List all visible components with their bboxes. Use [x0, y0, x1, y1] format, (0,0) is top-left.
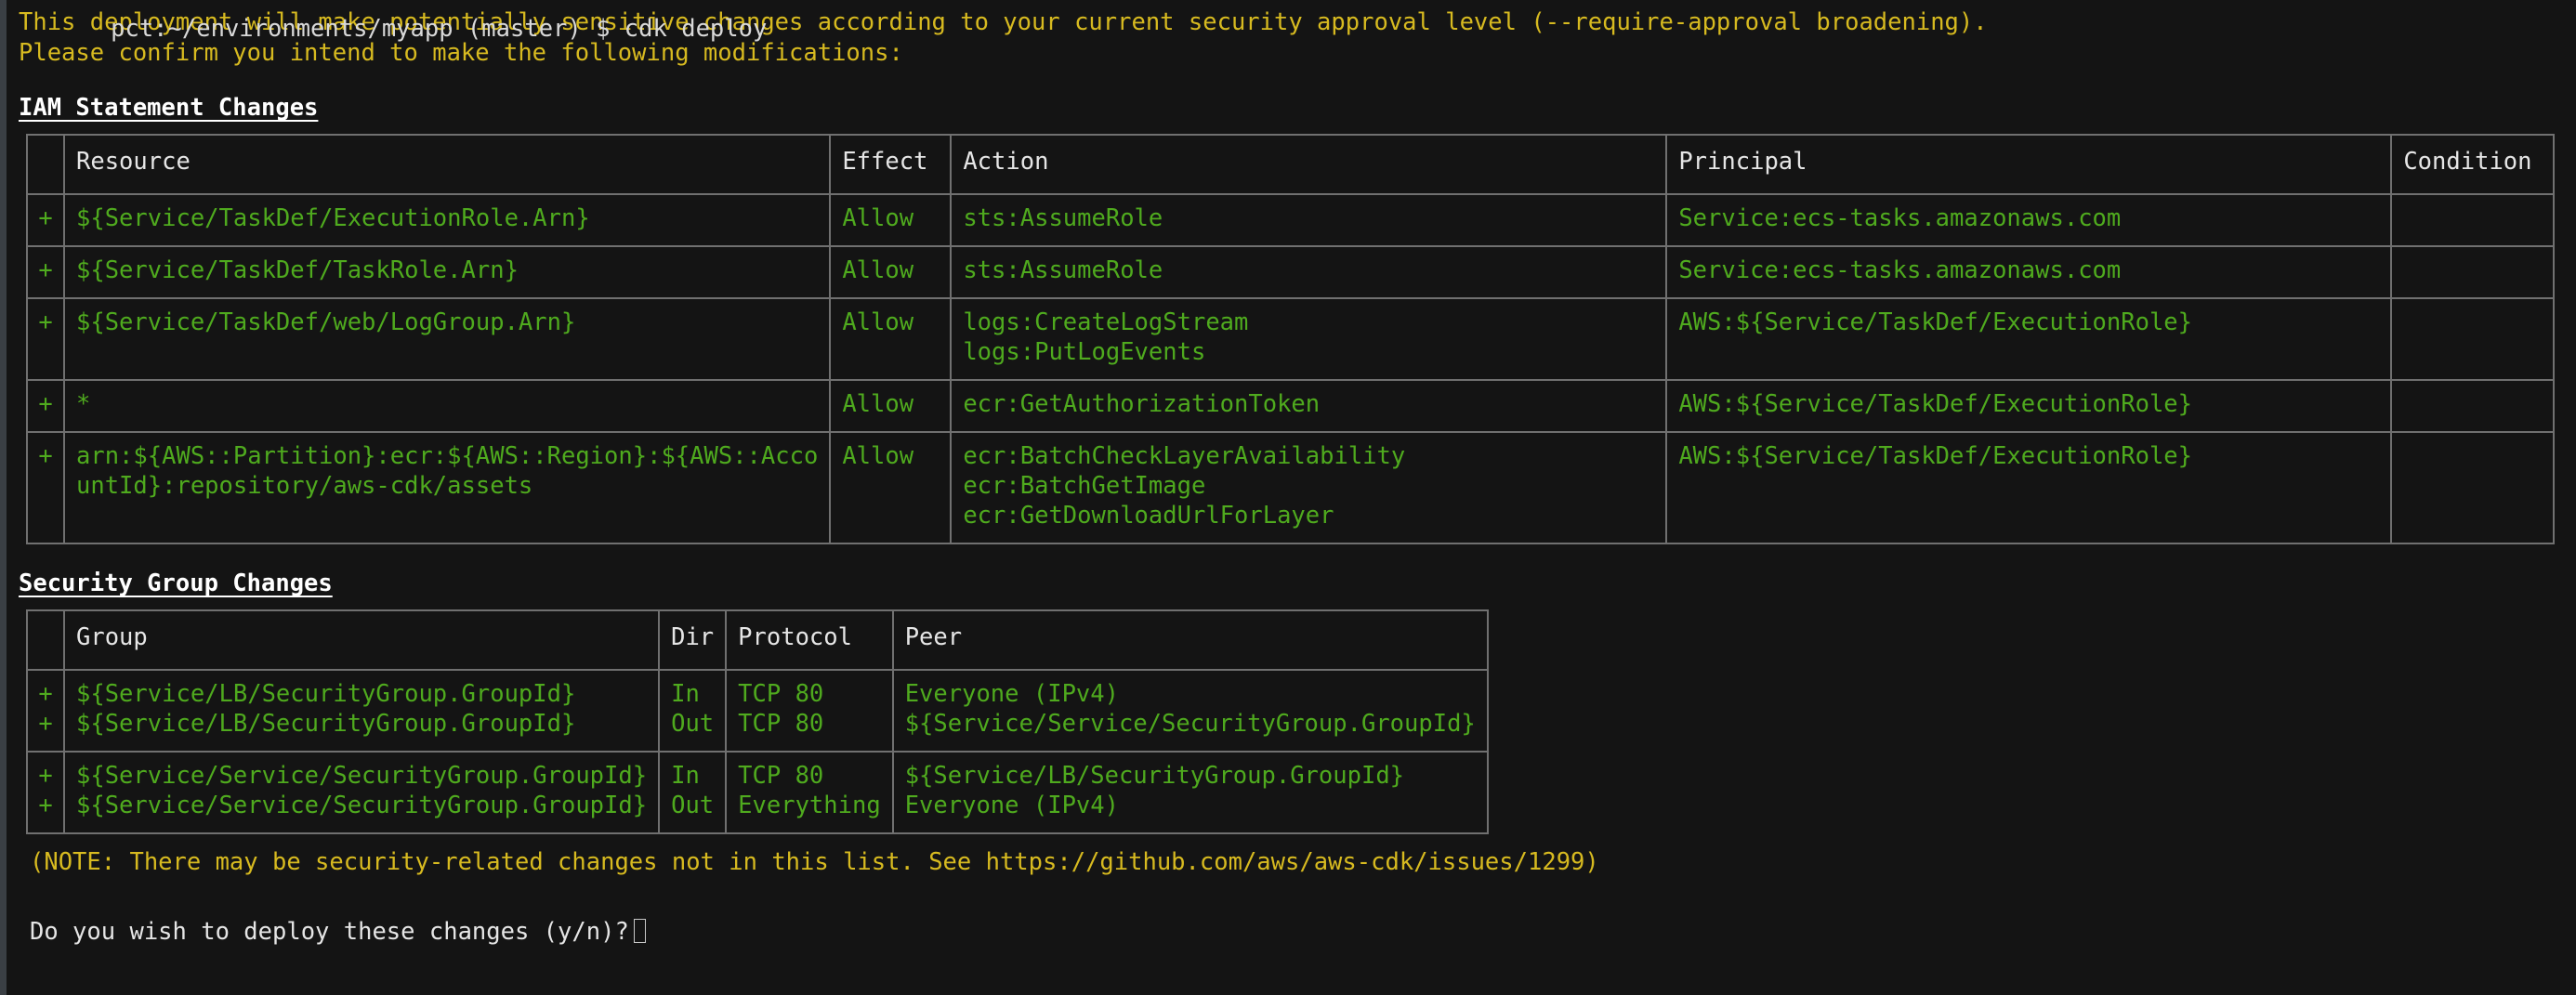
terminal-output: pct:~/environments/myapp (master) $ cdk … [7, 0, 2576, 995]
confirm-prompt-text: Do you wish to deploy these changes (y/n… [30, 918, 629, 946]
sg-col-group: Group [62, 609, 661, 671]
iam-row-resource: ${Service/TaskDef/web/LogGroup.Arn} [62, 297, 832, 381]
iam-row-resource: * [62, 379, 832, 433]
shell-prompt-line: pct:~/environments/myapp (master) $ cdk … [25, 0, 767, 75]
iam-row-action: logs:CreateLogStream logs:PutLogEvents [950, 297, 1668, 381]
sg-row-group: ${Service/Service/SecurityGroup.GroupId}… [62, 751, 661, 834]
iam-row-resource: ${Service/TaskDef/TaskRole.Arn} [62, 245, 832, 299]
iam-row-principal: Service:ecs-tasks.amazonaws.com [1665, 193, 2393, 247]
sg-section-heading: Security Group Changes [19, 570, 333, 597]
table-row: + ${Service/TaskDef/ExecutionRole.Arn} A… [26, 193, 2556, 247]
table-row: + + ${Service/Service/SecurityGroup.Grou… [26, 751, 1489, 834]
iam-row-effect: Allow [829, 193, 953, 247]
confirm-prompt-row: Do you wish to deploy these changes (y/n… [30, 917, 2576, 948]
iam-row-principal: AWS:${Service/TaskDef/ExecutionRole} [1665, 431, 2393, 544]
iam-row-principal: Service:ecs-tasks.amazonaws.com [1665, 245, 2393, 299]
iam-row-condition [2390, 379, 2556, 433]
table-row: + arn:${AWS::Partition}:ecr:${AWS::Regio… [26, 431, 2556, 544]
iam-row-resource: ${Service/TaskDef/ExecutionRole.Arn} [62, 193, 832, 247]
iam-row-effect: Allow [829, 379, 953, 433]
iam-col-principal: Principal [1665, 134, 2393, 195]
iam-row-sign: + [26, 379, 65, 433]
sg-row-group: ${Service/LB/SecurityGroup.GroupId} ${Se… [62, 669, 661, 753]
sg-row-protocol: TCP 80 Everything [725, 751, 894, 834]
table-row: + ${Service/TaskDef/web/LogGroup.Arn} Al… [26, 297, 2556, 381]
iam-row-condition [2390, 431, 2556, 544]
iam-row-action: ecr:BatchCheckLayerAvailability ecr:Batc… [950, 431, 1668, 544]
iam-row-action: ecr:GetAuthorizationToken [950, 379, 1668, 433]
iam-col-condition: Condition [2390, 134, 2556, 195]
iam-row-condition [2390, 193, 2556, 247]
iam-col-resource: Resource [62, 134, 832, 195]
text-cursor[interactable] [633, 919, 646, 943]
security-note-line: (NOTE: There may be security-related cha… [30, 848, 1599, 876]
iam-row-effect: Allow [829, 431, 953, 544]
iam-row-effect: Allow [829, 297, 953, 381]
security-group-changes-table: Group Dir Protocol Peer + + ${Service/LB… [26, 609, 1489, 834]
terminal-left-edge [0, 0, 7, 995]
sg-row-dir: In Out [658, 669, 728, 753]
iam-row-condition [2390, 245, 2556, 299]
iam-col-action: Action [950, 134, 1668, 195]
terminal-window: pct:~/environments/myapp (master) $ cdk … [0, 0, 2576, 995]
sg-col-dir: Dir [658, 609, 728, 671]
iam-col-sign [26, 134, 65, 195]
table-row: + + ${Service/LB/SecurityGroup.GroupId} … [26, 669, 1489, 753]
sg-row-dir: In Out [658, 751, 728, 834]
sg-col-sign [26, 609, 65, 671]
sg-row-sign: + + [26, 669, 65, 753]
iam-row-sign: + [26, 193, 65, 247]
iam-row-effect: Allow [829, 245, 953, 299]
iam-statement-changes-table: Resource Effect Action Principal Conditi… [26, 134, 2556, 544]
iam-row-principal: AWS:${Service/TaskDef/ExecutionRole} [1665, 297, 2393, 381]
iam-section-heading-wrap: IAM Statement Changes [19, 93, 2576, 124]
iam-row-sign: + [26, 297, 65, 381]
iam-row-resource: arn:${AWS::Partition}:ecr:${AWS::Region}… [62, 431, 832, 544]
iam-row-sign: + [26, 431, 65, 544]
sg-table-header-row: Group Dir Protocol Peer [26, 609, 1489, 671]
iam-row-condition [2390, 297, 2556, 381]
sg-row-peer: ${Service/LB/SecurityGroup.GroupId} Ever… [891, 751, 1489, 834]
sg-row-sign: + + [26, 751, 65, 834]
table-row: + * Allow ecr:GetAuthorizationToken AWS:… [26, 379, 2556, 433]
iam-table-header-row: Resource Effect Action Principal Conditi… [26, 134, 2556, 195]
sg-row-peer: Everyone (IPv4) ${Service/Service/Securi… [891, 669, 1489, 753]
iam-row-principal: AWS:${Service/TaskDef/ExecutionRole} [1665, 379, 2393, 433]
iam-section-heading: IAM Statement Changes [19, 94, 319, 122]
sg-row-protocol: TCP 80 TCP 80 [725, 669, 894, 753]
sg-col-protocol: Protocol [725, 609, 894, 671]
table-row: + ${Service/TaskDef/TaskRole.Arn} Allow … [26, 245, 2556, 299]
iam-row-sign: + [26, 245, 65, 299]
sg-col-peer: Peer [891, 609, 1489, 671]
iam-row-action: sts:AssumeRole [950, 245, 1668, 299]
iam-row-action: sts:AssumeRole [950, 193, 1668, 247]
shell-prompt-text: pct:~/environments/myapp (master) $ cdk … [111, 15, 768, 43]
iam-col-effect: Effect [829, 134, 953, 195]
sg-section-heading-wrap: Security Group Changes [19, 569, 2576, 599]
